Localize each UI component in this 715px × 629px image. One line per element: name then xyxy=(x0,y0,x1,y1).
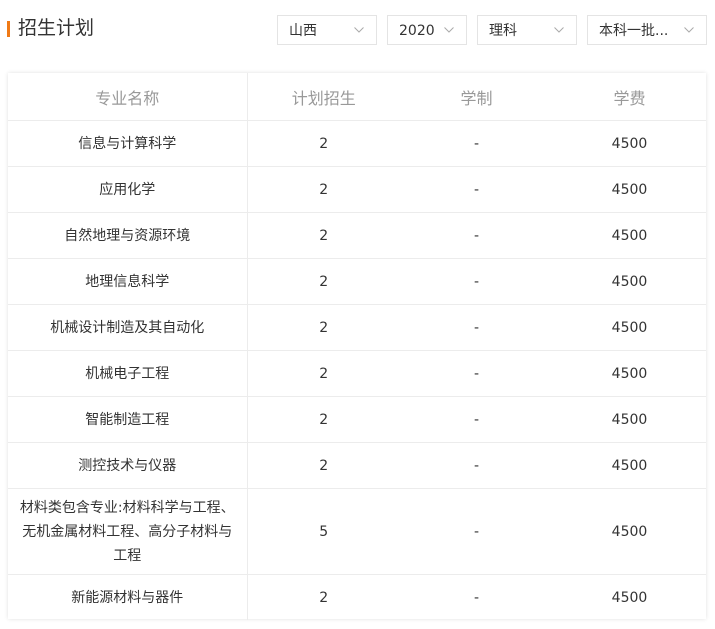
duration: - xyxy=(400,396,553,443)
major-name: 信息与计算科学 xyxy=(8,120,248,167)
page-title: 招生计划 xyxy=(18,17,95,39)
table-row: 测控技术与仪器 2 - 4500 xyxy=(8,442,706,489)
year-select-value: 2020 xyxy=(399,23,435,39)
tuition-fee: 4500 xyxy=(553,120,706,167)
plan-count: 2 xyxy=(247,350,400,397)
major-name: 机械电子工程 xyxy=(8,350,248,397)
province-select-value: 山西 xyxy=(289,23,317,39)
major-name: 智能制造工程 xyxy=(8,396,248,443)
major-name: 材料类包含专业:材料科学与工程、无机金属材料工程、高分子材料与工程 xyxy=(8,488,248,575)
table-row: 机械电子工程 2 - 4500 xyxy=(8,350,706,397)
plan-count: 2 xyxy=(247,396,400,443)
tuition-fee: 4500 xyxy=(553,258,706,305)
duration: - xyxy=(473,589,480,606)
batch-select[interactable]: 本科一批... xyxy=(587,15,707,45)
duration: - xyxy=(400,166,553,213)
duration: - xyxy=(400,212,553,259)
table-row: 新能源材料与器件 2 - 4500 xyxy=(8,574,706,620)
major-name: 测控技术与仪器 xyxy=(8,442,248,489)
plan-count: 2 xyxy=(247,166,400,213)
title-accent-bar xyxy=(7,21,10,37)
table-row: 机械设计制造及其自动化 2 - 4500 xyxy=(8,304,706,351)
duration: - xyxy=(400,488,553,575)
column-header-duration: 学制 xyxy=(400,73,553,121)
tuition-fee: 4500 xyxy=(553,304,706,351)
tuition-fee: 4500 xyxy=(553,212,706,259)
table-row: 地理信息科学 2 - 4500 xyxy=(8,258,706,305)
chevron-down-icon xyxy=(444,27,454,33)
enrollment-plan-table: 专业名称 计划招生 学制 学费 信息与计算科学 2 - 4500 应用化学 2 … xyxy=(8,73,706,620)
page-header: 招生计划 山西 2020 理科 本科一批... xyxy=(0,0,715,60)
plan-count: 2 xyxy=(247,212,400,259)
column-header-fee: 学费 xyxy=(553,73,706,121)
table-row: 应用化学 2 - 4500 xyxy=(8,166,706,213)
table-row: 自然地理与资源环境 2 - 4500 xyxy=(8,212,706,259)
table-row: 信息与计算科学 2 - 4500 xyxy=(8,120,706,167)
year-select[interactable]: 2020 xyxy=(387,15,467,45)
tuition-fee: 4500 xyxy=(553,396,706,443)
tuition-fee: 4500 xyxy=(611,589,648,606)
tuition-fee: 4500 xyxy=(553,442,706,489)
province-select[interactable]: 山西 xyxy=(277,15,377,45)
duration: - xyxy=(400,442,553,489)
plan-count: 2 xyxy=(247,120,400,167)
table-row: 材料类包含专业:材料科学与工程、无机金属材料工程、高分子材料与工程 5 - 45… xyxy=(8,488,706,575)
subject-select[interactable]: 理科 xyxy=(477,15,577,45)
major-name: 地理信息科学 xyxy=(8,258,248,305)
duration: - xyxy=(400,350,553,397)
tuition-fee: 4500 xyxy=(553,488,706,575)
major-name: 机械设计制造及其自动化 xyxy=(8,304,248,351)
batch-select-value: 本科一批... xyxy=(599,23,669,39)
table-row: 智能制造工程 2 - 4500 xyxy=(8,396,706,443)
table-header-row: 专业名称 计划招生 学制 学费 xyxy=(8,73,706,121)
plan-count: 2 xyxy=(247,258,400,305)
plan-count: 2 xyxy=(247,442,400,489)
tuition-fee: 4500 xyxy=(553,166,706,213)
chevron-down-icon xyxy=(554,27,564,33)
major-name: 应用化学 xyxy=(8,166,248,213)
column-header-major: 专业名称 xyxy=(8,73,248,121)
duration: - xyxy=(400,304,553,351)
subject-select-value: 理科 xyxy=(489,23,517,39)
chevron-down-icon xyxy=(684,27,694,33)
column-header-plan: 计划招生 xyxy=(247,73,400,121)
major-name: 自然地理与资源环境 xyxy=(8,212,248,259)
enrollment-plan-table-card: 专业名称 计划招生 学制 学费 信息与计算科学 2 - 4500 应用化学 2 … xyxy=(8,73,706,620)
plan-count: 2 xyxy=(319,589,329,606)
duration: - xyxy=(400,120,553,167)
tuition-fee: 4500 xyxy=(553,350,706,397)
major-name: 新能源材料与器件 xyxy=(8,574,248,620)
duration: - xyxy=(400,258,553,305)
plan-count: 2 xyxy=(247,304,400,351)
plan-count: 5 xyxy=(247,488,400,575)
chevron-down-icon xyxy=(354,27,364,33)
